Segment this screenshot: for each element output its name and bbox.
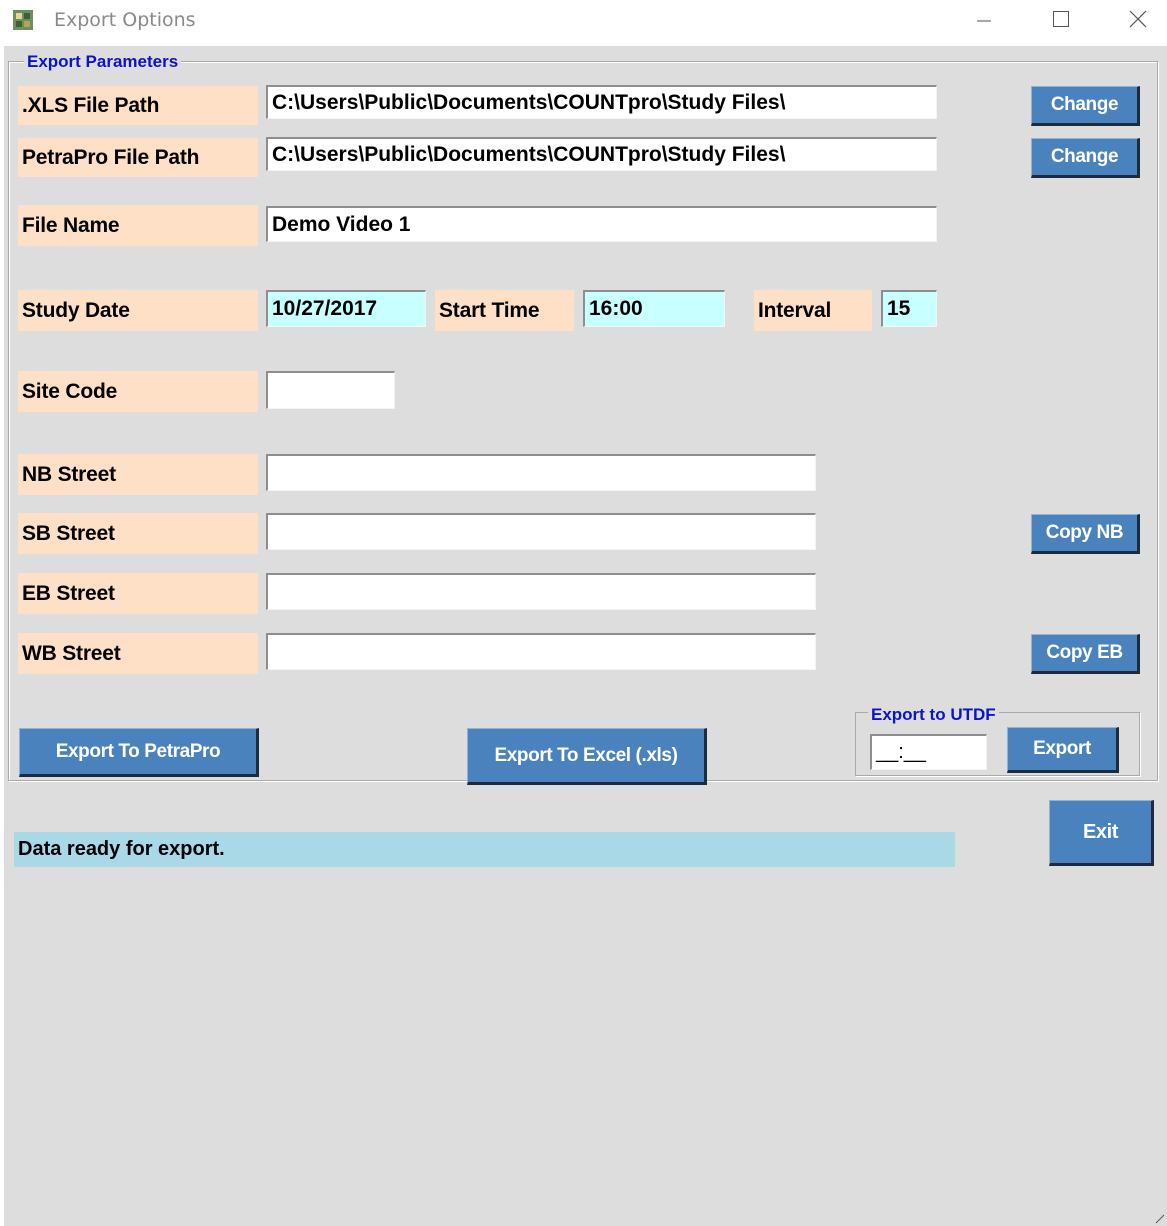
sb-street-field[interactable] xyxy=(266,513,816,550)
study-date-label: Study Date xyxy=(18,290,258,331)
start-time-label: Start Time xyxy=(435,290,574,331)
interval-label: Interval xyxy=(754,290,872,331)
close-icon[interactable] xyxy=(1112,0,1162,40)
eb-street-field[interactable] xyxy=(266,573,816,610)
wb-street-label: WB Street xyxy=(18,633,258,674)
utdf-time-field[interactable]: __:__ xyxy=(870,734,987,770)
file-name-label: File Name xyxy=(18,205,258,246)
export-to-utdf-title: Export to UTDF xyxy=(868,705,999,725)
petrapro-file-path-label: PetraPro File Path xyxy=(18,138,258,177)
nb-street-label: NB Street xyxy=(18,454,258,495)
copy-eb-button[interactable]: Copy EB xyxy=(1031,634,1140,674)
change-xls-path-button[interactable]: Change xyxy=(1031,86,1140,126)
eb-street-label: EB Street xyxy=(18,573,258,614)
study-date-field[interactable]: 10/27/2017 xyxy=(266,290,426,327)
petrapro-file-path-field[interactable]: C:\Users\Public\Documents\COUNTpro\Study… xyxy=(266,137,937,171)
nb-street-field[interactable] xyxy=(266,454,816,491)
xls-file-path-label: .XLS File Path xyxy=(18,86,258,125)
maximize-icon[interactable] xyxy=(1036,0,1086,40)
interval-field[interactable]: 15 xyxy=(881,290,937,327)
resize-grip-icon[interactable] xyxy=(1155,1214,1165,1224)
sb-street-label: SB Street xyxy=(18,513,258,554)
start-time-field[interactable]: 16:00 xyxy=(583,290,725,327)
export-to-petrapro-button[interactable]: Export To PetraPro xyxy=(19,728,259,777)
app-icon xyxy=(13,10,33,30)
status-bar: Data ready for export. xyxy=(14,832,955,867)
window-title: Export Options xyxy=(54,9,196,31)
minimize-icon[interactable] xyxy=(958,0,1008,40)
export-to-excel-button[interactable]: Export To Excel (.xls) xyxy=(467,728,707,785)
change-petrapro-path-button[interactable]: Change xyxy=(1031,138,1140,178)
site-code-label: Site Code xyxy=(18,371,258,412)
utdf-export-button[interactable]: Export xyxy=(1007,727,1119,773)
file-name-field[interactable]: Demo Video 1 xyxy=(266,206,937,242)
site-code-field[interactable] xyxy=(266,371,395,409)
copy-nb-button[interactable]: Copy NB xyxy=(1031,514,1140,554)
title-bar: Export Options xyxy=(0,0,1167,40)
export-parameters-title: Export Parameters xyxy=(24,52,182,72)
xls-file-path-field[interactable]: C:\Users\Public\Documents\COUNTpro\Study… xyxy=(266,85,937,119)
wb-street-field[interactable] xyxy=(266,633,816,670)
exit-button[interactable]: Exit xyxy=(1049,800,1154,866)
